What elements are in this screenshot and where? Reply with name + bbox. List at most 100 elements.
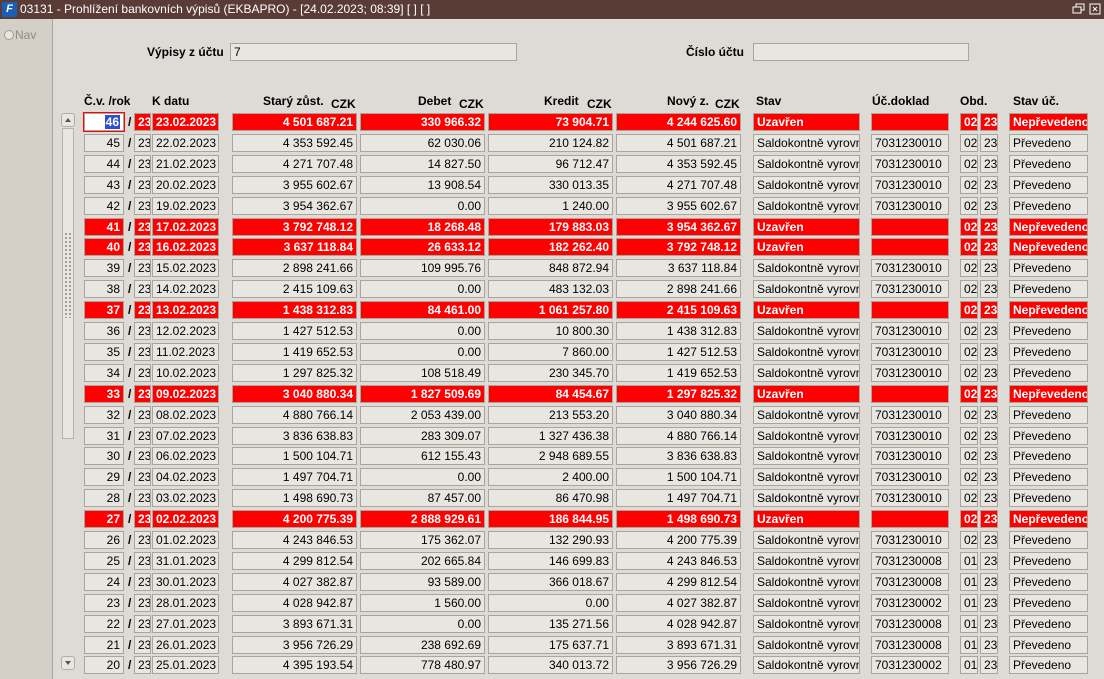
period-cell[interactable]: 02 [960, 280, 978, 298]
nav-radio[interactable] [4, 30, 14, 40]
debit-cell[interactable]: 283 309.07 [360, 427, 485, 445]
period-year-cell[interactable]: 23 [980, 113, 998, 131]
period-cell[interactable]: 02 [960, 238, 978, 256]
statement-year-cell[interactable]: 23 [134, 238, 151, 256]
old-balance-cell[interactable]: 2 415 109.63 [232, 280, 357, 298]
statement-number-cell[interactable]: 42 [84, 197, 124, 215]
credit-cell[interactable]: 2 948 689.55 [488, 447, 613, 465]
status-cell[interactable]: Uzavřen [753, 238, 860, 256]
period-year-cell[interactable]: 23 [980, 531, 998, 549]
table-row[interactable]: /44 23 21.02.2023 4 271 707.48 14 827.50 96 7… [0, 154, 1104, 174]
new-balance-cell[interactable]: 3 792 748.12 [616, 238, 741, 256]
document-cell[interactable]: 7031230010 [871, 155, 949, 173]
statement-year-cell[interactable]: 23 [134, 406, 151, 424]
debit-cell[interactable]: 2 888 929.61 [360, 510, 485, 528]
new-balance-cell[interactable]: 4 200 775.39 [616, 531, 741, 549]
accounting-status-cell[interactable]: Převedeno [1009, 573, 1088, 591]
statement-number-cell[interactable]: 32 [84, 406, 124, 424]
period-cell[interactable]: 02 [960, 468, 978, 486]
debit-cell[interactable]: 330 966.32 [360, 113, 485, 131]
credit-cell[interactable]: 86 470.98 [488, 489, 613, 507]
new-balance-cell[interactable]: 1 438 312.83 [616, 322, 741, 340]
old-balance-cell[interactable]: 3 955 602.67 [232, 176, 357, 194]
statement-year-cell[interactable]: 23 [134, 552, 151, 570]
old-balance-cell[interactable]: 1 500 104.71 [232, 447, 357, 465]
period-year-cell[interactable]: 23 [980, 385, 998, 403]
new-balance-cell[interactable]: 4 353 592.45 [616, 155, 741, 173]
statement-number-cell[interactable]: 21 [84, 636, 124, 654]
accounting-status-cell[interactable]: Převedeno [1009, 134, 1088, 152]
old-balance-cell[interactable]: 4 299 812.54 [232, 552, 357, 570]
statement-number-cell[interactable]: 25 [84, 552, 124, 570]
statement-year-cell[interactable]: 23 [134, 510, 151, 528]
debit-cell[interactable]: 93 589.00 [360, 573, 485, 591]
date-cell[interactable]: 26.01.2023 [152, 636, 219, 654]
vypisy-field[interactable]: 7 [230, 43, 517, 61]
old-balance-cell[interactable]: 4 028 942.87 [232, 594, 357, 612]
document-cell[interactable] [871, 510, 949, 528]
statement-number-cell[interactable]: 41 [84, 218, 124, 236]
old-balance-cell[interactable]: 1 438 312.83 [232, 301, 357, 319]
table-row[interactable]: /29 23 04.02.2023 1 497 704.71 0.00 2 400.00 1… [0, 467, 1104, 487]
credit-cell[interactable]: 340 013.72 [488, 656, 613, 674]
statement-year-cell[interactable]: 23 [134, 489, 151, 507]
accounting-status-cell[interactable]: Převedeno [1009, 406, 1088, 424]
status-cell[interactable]: Saldokontně vyrovn [753, 489, 860, 507]
period-year-cell[interactable]: 23 [980, 406, 998, 424]
statement-number-cell[interactable]: 22 [84, 615, 124, 633]
new-balance-cell[interactable]: 4 243 846.53 [616, 552, 741, 570]
credit-cell[interactable]: 366 018.67 [488, 573, 613, 591]
document-cell[interactable]: 7031230010 [871, 343, 949, 361]
old-balance-cell[interactable]: 4 243 846.53 [232, 531, 357, 549]
statement-year-cell[interactable]: 23 [134, 322, 151, 340]
statement-year-cell[interactable]: 23 [134, 427, 151, 445]
table-row[interactable]: /38 23 14.02.2023 2 415 109.63 0.00 483 132.0… [0, 279, 1104, 299]
new-balance-cell[interactable]: 1 297 825.32 [616, 385, 741, 403]
statement-number-cell[interactable]: 43 [84, 176, 124, 194]
table-row[interactable]: /23 23 28.01.2023 4 028 942.87 1 560.00 0.00 4… [0, 593, 1104, 613]
period-year-cell[interactable]: 23 [980, 489, 998, 507]
debit-cell[interactable]: 612 155.43 [360, 447, 485, 465]
table-row[interactable]: /41 23 17.02.2023 3 792 748.12 18 268.48 179 … [0, 217, 1104, 237]
debit-cell[interactable]: 13 908.54 [360, 176, 485, 194]
old-balance-cell[interactable]: 4 880 766.14 [232, 406, 357, 424]
statement-number-cell[interactable]: 34 [84, 364, 124, 382]
credit-cell[interactable]: 1 240.00 [488, 197, 613, 215]
period-year-cell[interactable]: 23 [980, 238, 998, 256]
table-row[interactable]: /34 23 10.02.2023 1 297 825.32 108 518.49 230… [0, 363, 1104, 383]
date-cell[interactable]: 08.02.2023 [152, 406, 219, 424]
period-cell[interactable]: 02 [960, 113, 978, 131]
period-year-cell[interactable]: 23 [980, 176, 998, 194]
statement-number-cell[interactable]: 29 [84, 468, 124, 486]
period-year-cell[interactable]: 23 [980, 427, 998, 445]
period-year-cell[interactable]: 23 [980, 322, 998, 340]
date-cell[interactable]: 10.02.2023 [152, 364, 219, 382]
statement-year-cell[interactable]: 23 [134, 197, 151, 215]
date-cell[interactable]: 16.02.2023 [152, 238, 219, 256]
date-cell[interactable]: 28.01.2023 [152, 594, 219, 612]
document-cell[interactable] [871, 218, 949, 236]
credit-cell[interactable]: 0.00 [488, 594, 613, 612]
new-balance-cell[interactable]: 3 954 362.67 [616, 218, 741, 236]
statement-number-cell[interactable]: 24 [84, 573, 124, 591]
accounting-status-cell[interactable]: Nepřevedeno [1009, 113, 1088, 131]
statement-year-cell[interactable]: 23 [134, 573, 151, 591]
status-cell[interactable]: Saldokontně vyrovn [753, 197, 860, 215]
table-row[interactable]: /46 23 23.02.2023 4 501 687.21 330 966.32 73 … [0, 112, 1104, 132]
statement-number-cell[interactable]: 23 [84, 594, 124, 612]
new-balance-cell[interactable]: 3 040 880.34 [616, 406, 741, 424]
status-cell[interactable]: Saldokontně vyrovn [753, 594, 860, 612]
period-cell[interactable]: 01 [960, 656, 978, 674]
new-balance-cell[interactable]: 4 271 707.48 [616, 176, 741, 194]
period-year-cell[interactable]: 23 [980, 134, 998, 152]
document-cell[interactable]: 7031230010 [871, 176, 949, 194]
period-cell[interactable]: 02 [960, 406, 978, 424]
statement-year-cell[interactable]: 23 [134, 594, 151, 612]
new-balance-cell[interactable]: 3 956 726.29 [616, 656, 741, 674]
old-balance-cell[interactable]: 1 497 704.71 [232, 468, 357, 486]
period-cell[interactable]: 01 [960, 552, 978, 570]
new-balance-cell[interactable]: 4 028 942.87 [616, 615, 741, 633]
date-cell[interactable]: 12.02.2023 [152, 322, 219, 340]
new-balance-cell[interactable]: 4 244 625.60 [616, 113, 741, 131]
document-cell[interactable]: 7031230002 [871, 594, 949, 612]
